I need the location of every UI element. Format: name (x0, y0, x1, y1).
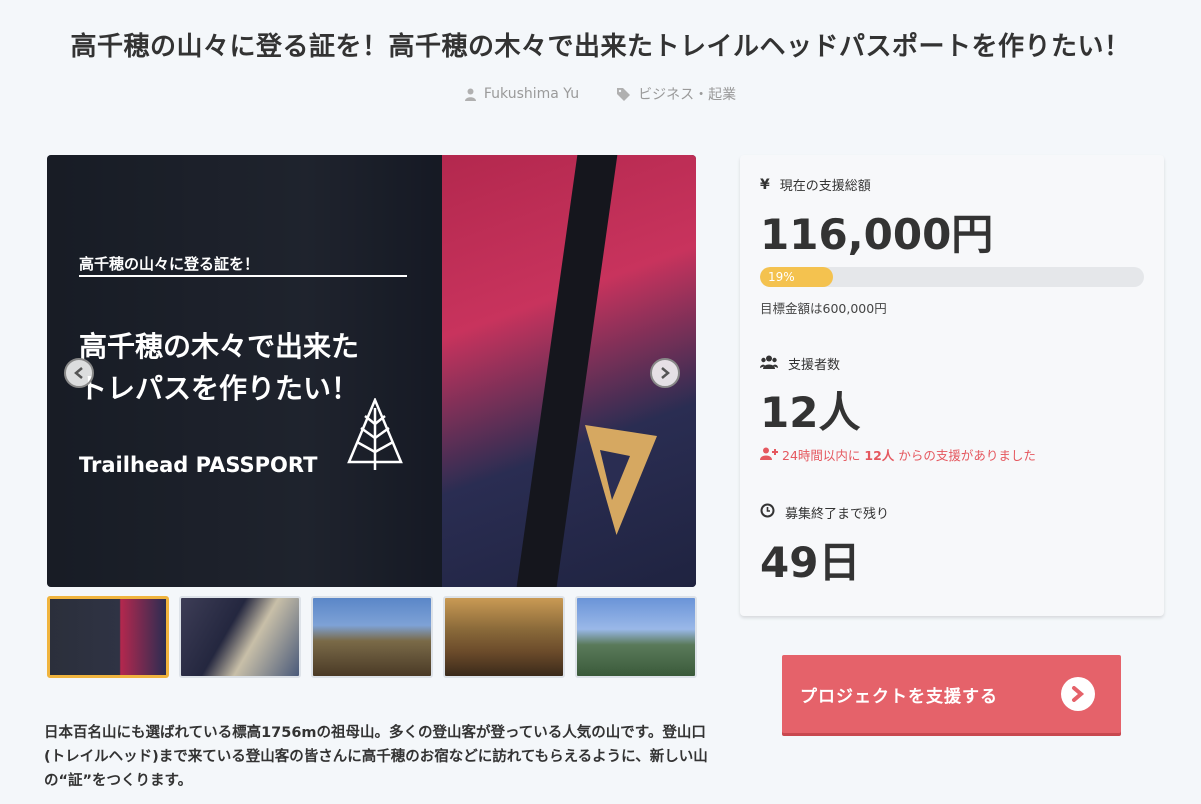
arrow-right-circle-icon (1061, 677, 1095, 711)
hero-subtitle: 高千穂の山々に登る証を！ (79, 255, 260, 273)
project-description: 日本百名山にも選ばれている標高1756mの祖母山。多くの登山客が登っている人気の… (44, 725, 708, 789)
hero-brand: Trailhead PASSPORT (79, 453, 318, 477)
supporters-label-row: 支援者数 (760, 354, 840, 373)
funding-panel: ¥ 現在の支援総額 116,000円 19% 目標金額は600,000円 支援者… (740, 155, 1164, 616)
remaining-days: 49日 (760, 538, 861, 587)
thumbnail-3[interactable] (311, 596, 433, 678)
recent-prefix: 24時間以内に (782, 448, 861, 463)
hero-headline-2: トレパスを作りたい！ (79, 372, 360, 405)
user-icon (464, 88, 476, 101)
thumbnail-1[interactable] (47, 596, 169, 678)
total-amount: 116,000円 (760, 210, 994, 259)
tag-icon (617, 87, 631, 101)
hero-headline-1: 高千穂の木々で出来た (79, 330, 360, 363)
clock-icon (760, 503, 775, 522)
supporters-count: 12人 (760, 388, 861, 437)
thumbnail-2[interactable] (179, 596, 301, 678)
support-button-label: プロジェクトを支援する (800, 686, 998, 707)
chevron-left-icon (74, 364, 84, 383)
author-link[interactable]: Fukushima Yu (464, 84, 580, 104)
chevron-right-icon (660, 364, 670, 383)
thumbnail-5[interactable] (575, 596, 697, 678)
goal-amount: 目標金額は600,000円 (760, 301, 887, 316)
recent-support-notice: 24時間以内に 12人 からの支援がありました (760, 445, 1036, 464)
recent-count: 12人 (864, 448, 895, 463)
slide-prev-button[interactable] (64, 358, 94, 388)
thumbnail-strip (47, 596, 697, 678)
project-meta: Fukushima Yu ビジネス・起業 (0, 84, 1201, 104)
yen-icon: ¥ (760, 176, 770, 193)
tree-icon (343, 396, 407, 476)
slide-next-button[interactable] (650, 358, 680, 388)
hero-divider (79, 275, 407, 277)
hero-slideshow[interactable]: 高千穂の山々に登る証を！ 高千穂の木々で出来た トレパスを作りたい！ Trail… (47, 155, 696, 587)
user-plus-icon (760, 447, 778, 463)
thumbnail-4[interactable] (443, 596, 565, 678)
supporters-label: 支援者数 (788, 358, 841, 373)
remaining-label: 募集終了まで残り (785, 507, 890, 522)
project-title: 高千穂の山々に登る証を！高千穂の木々で出来たトレイルヘッドパスポートを作りたい！ (70, 32, 1131, 62)
category-link[interactable]: ビジネス・起業 (617, 84, 736, 104)
remaining-label-row: 募集終了まで残り (760, 503, 889, 522)
progress-fill: 19% (760, 267, 833, 287)
total-label: 現在の支援総額 (779, 179, 871, 194)
category-name: ビジネス・起業 (638, 87, 737, 103)
funding-progress-bar: 19% (760, 267, 1144, 287)
author-name: Fukushima Yu (483, 86, 580, 102)
support-project-button[interactable]: プロジェクトを支援する (782, 655, 1121, 733)
total-label-row: ¥ 現在の支援総額 (760, 175, 871, 195)
users-icon (760, 355, 778, 373)
recent-suffix: からの支援がありました (898, 448, 1036, 463)
progress-percent: 19% (768, 270, 795, 284)
